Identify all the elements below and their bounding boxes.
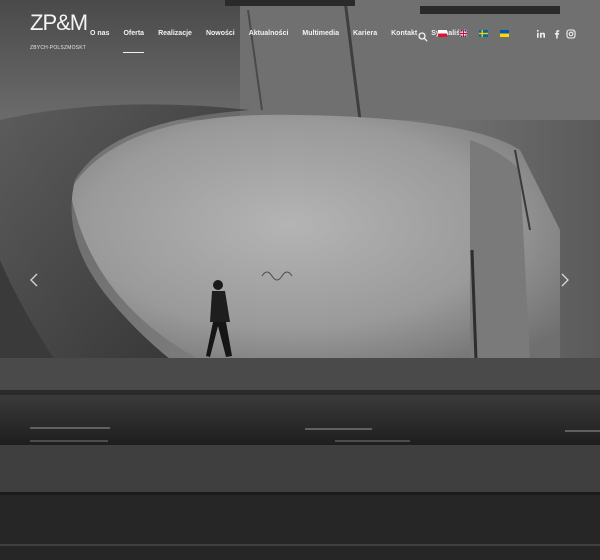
search-icon[interactable] (418, 29, 428, 42)
flag-pl-icon[interactable] (438, 30, 447, 37)
nav-item-nowosci[interactable]: Nowości (206, 26, 235, 42)
site-header: ZP&M ZBYCH·POLSZMOSKT O nas Oferta Reali… (0, 0, 600, 60)
hero-image (0, 0, 600, 560)
logo-mark: ZP&M (30, 10, 88, 35)
nav-item-kariera[interactable]: Kariera (353, 26, 377, 42)
nav-item-aktualnosci[interactable]: Aktualności (249, 26, 289, 42)
company-logo[interactable]: ZP&M ZBYCH·POLSZMOSKT (30, 10, 88, 56)
nav-item-o-nas[interactable]: O nas (90, 26, 109, 42)
flag-ua-icon[interactable] (500, 30, 509, 37)
nav-item-multimedia[interactable]: Multimedia (302, 26, 339, 42)
facebook-icon[interactable] (552, 29, 562, 39)
flag-uk-icon[interactable] (459, 30, 468, 37)
hero-photo-illustration (0, 0, 600, 560)
nav-item-realizacje[interactable]: Realizacje (158, 26, 192, 42)
chevron-right-icon[interactable] (553, 268, 577, 292)
logo-subtitle: ZBYCH·POLSZMOSKT (30, 45, 86, 51)
instagram-icon[interactable] (566, 29, 576, 39)
linkedin-icon[interactable] (536, 29, 546, 39)
nav-item-kontakt[interactable]: Kontakt (391, 26, 417, 42)
flag-se-icon[interactable] (479, 30, 488, 37)
chevron-left-icon[interactable] (22, 268, 46, 292)
nav-item-oferta[interactable]: Oferta (123, 26, 144, 53)
